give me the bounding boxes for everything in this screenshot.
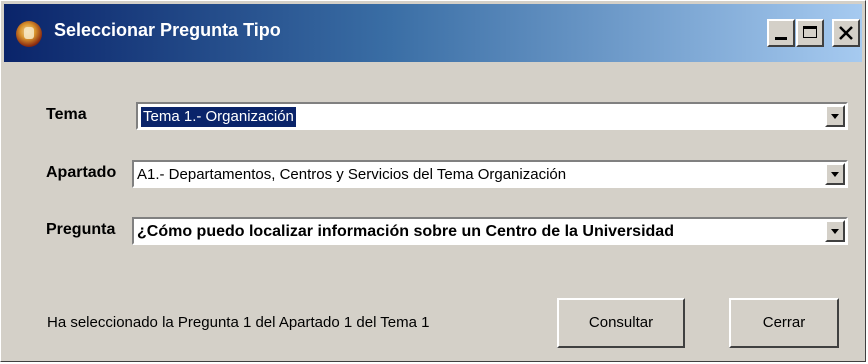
pregunta-select[interactable]: ¿Cómo puedo localizar información sobre … (132, 217, 848, 245)
dialog-window: Seleccionar Pregunta Tipo Tema Tema 1.- … (0, 0, 866, 362)
close-button[interactable] (832, 19, 860, 47)
pregunta-select-value: ¿Cómo puedo localizar información sobre … (137, 223, 674, 240)
title-bar[interactable]: Seleccionar Pregunta Tipo (4, 4, 862, 62)
cerrar-button[interactable]: Cerrar (729, 298, 839, 348)
tema-dropdown-button[interactable] (825, 105, 845, 127)
chevron-down-icon (831, 114, 839, 119)
chevron-down-icon (831, 229, 839, 234)
tema-select-value: Tema 1.- Organización (141, 107, 296, 127)
window-title: Seleccionar Pregunta Tipo (54, 20, 281, 40)
apartado-select[interactable]: A1.- Departamentos, Centros y Servicios … (132, 160, 848, 188)
chevron-down-icon (831, 172, 839, 177)
pregunta-label: Pregunta (46, 221, 116, 238)
apartado-select-value: A1.- Departamentos, Centros y Servicios … (137, 166, 567, 183)
maximize-button[interactable] (796, 19, 824, 47)
minimize-button[interactable] (767, 19, 795, 47)
minimize-icon (775, 37, 787, 40)
close-icon (839, 26, 853, 40)
tema-select[interactable]: Tema 1.- Organización (136, 102, 848, 130)
tema-label: Tema (46, 106, 87, 123)
consultar-button[interactable]: Consultar (557, 298, 685, 348)
app-icon[interactable] (16, 21, 42, 47)
maximize-icon (803, 26, 817, 38)
pregunta-dropdown-button[interactable] (825, 220, 845, 242)
apartado-dropdown-button[interactable] (825, 163, 845, 185)
status-text: Ha seleccionado la Pregunta 1 del Aparta… (47, 314, 430, 331)
apartado-label: Apartado (46, 164, 117, 181)
